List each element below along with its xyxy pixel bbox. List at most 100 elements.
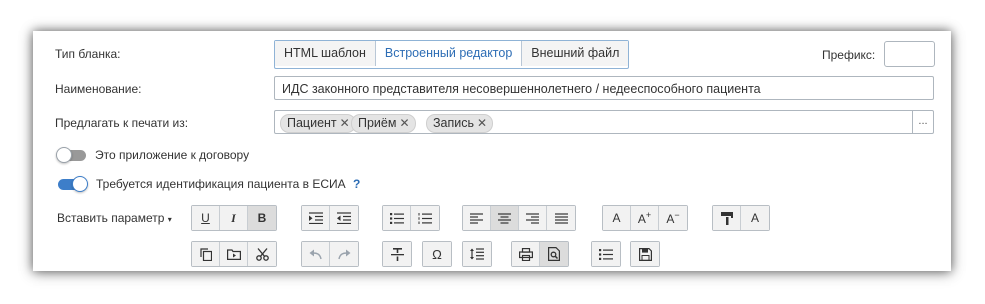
template-settings-panel: Тип бланка: HTML шаблон Встроенный редак… <box>33 31 951 271</box>
print-button[interactable] <box>512 242 540 266</box>
line-height-button[interactable] <box>463 242 491 266</box>
font-smaller-icon: A− <box>666 210 680 226</box>
tag-appointment-remove-icon[interactable]: ✕ <box>399 116 409 130</box>
format-painter-button[interactable] <box>713 206 741 230</box>
underline-icon: U <box>201 211 210 225</box>
font-color-icon: A <box>750 211 759 225</box>
cut-button[interactable] <box>248 242 276 266</box>
tag-appointment-label: Приём <box>358 116 397 130</box>
name-field[interactable]: ИДС законного представителя несовершенно… <box>274 76 934 100</box>
list-settings-button[interactable] <box>592 242 620 266</box>
alignment-group <box>462 205 576 231</box>
insert-parameter-label: Вставить параметр <box>57 211 165 225</box>
tag-record-remove-icon[interactable]: ✕ <box>477 116 487 130</box>
undo-icon <box>309 249 322 259</box>
align-justify-icon <box>554 212 568 224</box>
font-smaller-button[interactable]: A− <box>659 206 687 230</box>
numbered-list-icon <box>418 212 432 224</box>
align-right-icon <box>526 212 539 224</box>
strikethrough-group <box>382 241 412 267</box>
underline-button[interactable]: U <box>192 206 220 230</box>
strikethrough-button[interactable] <box>383 242 411 266</box>
history-group <box>301 241 359 267</box>
blank-type-label: Тип бланка: <box>55 47 121 61</box>
tag-patient-label: Пациент <box>287 116 337 130</box>
indent-group <box>301 205 359 231</box>
format-painter-icon <box>720 211 733 225</box>
indent-increase-icon <box>308 212 323 224</box>
font-larger-letter: A <box>637 212 646 226</box>
paste-button[interactable] <box>220 242 248 266</box>
bold-button[interactable]: B <box>248 206 276 230</box>
bullet-list-button[interactable] <box>383 206 411 230</box>
tag-patient: Пациент ✕ <box>280 114 356 133</box>
print-preview-icon <box>548 247 560 261</box>
blank-type-builtin-option[interactable]: Встроенный редактор <box>375 41 523 66</box>
align-center-icon <box>498 212 511 224</box>
print-preview-button[interactable] <box>540 242 568 266</box>
special-char-group: Ω <box>422 241 452 267</box>
indent-increase-button[interactable] <box>302 206 330 230</box>
print-group <box>511 241 569 267</box>
esia-label-text: Требуется идентификация пациента в ЕСИА <box>96 177 346 191</box>
redo-button[interactable] <box>330 242 358 266</box>
align-right-button[interactable] <box>519 206 547 230</box>
align-center-button[interactable] <box>491 206 519 230</box>
omega-icon: Ω <box>432 246 442 262</box>
italic-button[interactable]: I <box>220 206 248 230</box>
font-larger-button[interactable]: A+ <box>631 206 659 230</box>
font-size-button[interactable]: A <box>603 206 631 230</box>
list-settings-group <box>591 241 621 267</box>
toggle-knob <box>72 176 88 192</box>
tag-patient-remove-icon[interactable]: ✕ <box>340 116 350 130</box>
prefix-input[interactable] <box>884 41 935 67</box>
line-height-icon <box>470 248 484 260</box>
text-style-group: U I B <box>191 205 277 231</box>
save-button[interactable] <box>631 242 659 266</box>
redo-icon <box>337 249 350 259</box>
list-icon <box>599 248 613 260</box>
list-group <box>382 205 440 231</box>
tag-record-label: Запись <box>433 116 475 130</box>
blank-type-html-option[interactable]: HTML шаблон <box>275 41 376 66</box>
bullet-list-icon <box>389 212 404 224</box>
italic-icon: I <box>231 210 236 225</box>
special-char-button[interactable]: Ω <box>423 242 451 266</box>
prefix-label: Префикс: <box>822 48 876 62</box>
font-color-button[interactable]: A <box>741 206 769 230</box>
align-left-button[interactable] <box>463 206 491 230</box>
bold-icon: B <box>257 211 267 225</box>
dropdown-arrow-icon: ▾ <box>167 215 172 224</box>
blank-type-selector: HTML шаблон Встроенный редактор Внешний … <box>274 40 630 69</box>
blank-type-external-option[interactable]: Внешний файл <box>522 41 629 66</box>
indent-decrease-icon <box>337 212 351 224</box>
insert-parameter-dropdown[interactable]: Вставить параметр ▾ <box>57 211 172 225</box>
copy-icon <box>199 247 212 261</box>
print-from-more-button[interactable]: ... <box>912 111 933 133</box>
print-from-label: Предлагать к печати из: <box>55 116 189 130</box>
tag-appointment: Приём ✕ <box>351 114 416 133</box>
toggle-knob <box>56 147 72 163</box>
contract-attachment-label: Это приложение к договору <box>95 148 250 162</box>
font-larger-icon: A+ <box>637 210 652 226</box>
undo-button[interactable] <box>302 242 330 266</box>
print-from-field[interactable]: Пациент ✕ Приём ✕ Запись ✕ ... <box>274 110 934 134</box>
copy-button[interactable] <box>192 242 220 266</box>
align-justify-button[interactable] <box>547 206 575 230</box>
esia-identification-toggle[interactable] <box>56 176 88 192</box>
contract-attachment-toggle[interactable] <box>56 147 88 163</box>
name-label: Наименование: <box>55 82 142 96</box>
strikethrough-icon <box>390 247 404 261</box>
numbered-list-button[interactable] <box>411 206 439 230</box>
name-value: ИДС законного представителя несовершенно… <box>282 82 761 96</box>
tag-record: Запись ✕ <box>426 114 494 133</box>
font-size-icon: A <box>612 211 621 225</box>
printer-icon <box>518 247 533 261</box>
align-left-icon <box>470 212 483 224</box>
save-icon <box>638 247 652 261</box>
indent-decrease-button[interactable] <box>330 206 358 230</box>
format-group: A <box>712 205 770 231</box>
font-size-group: A A+ A− <box>602 205 688 231</box>
esia-help-icon[interactable]: ? <box>353 177 360 191</box>
scissors-icon <box>255 247 269 261</box>
